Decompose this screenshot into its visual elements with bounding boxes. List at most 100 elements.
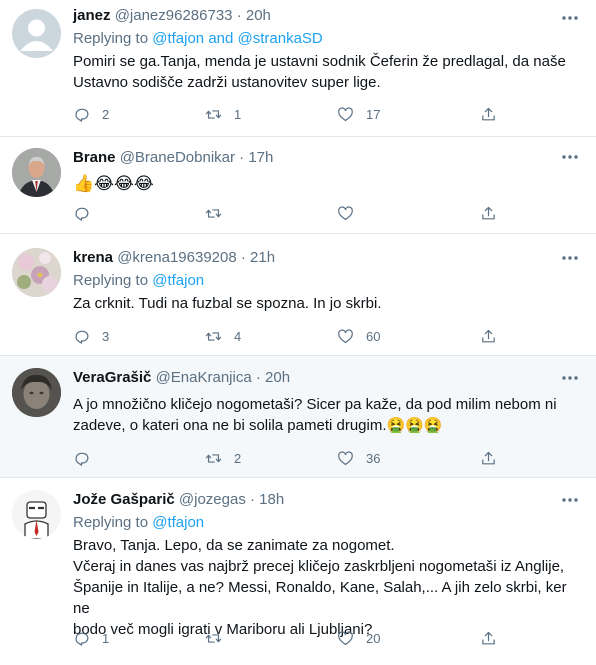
replying-to: Replying to @tfajon and @strankaSD	[73, 29, 582, 49]
timestamp[interactable]: 20h	[265, 369, 290, 386]
author-name[interactable]: janez	[73, 7, 111, 24]
share-button[interactable]	[480, 203, 497, 223]
mention-link[interactable]: @tfajon	[152, 514, 204, 531]
retweet-count: 2	[234, 450, 242, 466]
mention-link[interactable]: @tfajon	[152, 272, 204, 289]
replying-to-label: Replying to	[73, 272, 149, 289]
share-icon	[482, 206, 495, 219]
reply-button[interactable]	[73, 203, 112, 223]
tweet-text: Za crknit. Tudi na fuzbal se spozna. In …	[73, 293, 582, 314]
heart-icon	[338, 106, 353, 121]
timestamp[interactable]: 18h	[259, 491, 284, 508]
tweet-text-line: Za crknit. Tudi na fuzbal se spozna. In …	[73, 295, 382, 312]
retweet-count: 1	[234, 106, 242, 122]
tweet-text-line: zadeve, o kateri ona ne bi solila pameti…	[73, 415, 582, 436]
tweet-janez[interactable]: janez @janez96286733 · 20h Replying to @…	[0, 0, 596, 137]
tweet-header: janez @janez96286733 · 20h	[73, 6, 582, 26]
avatar-krena[interactable]	[12, 248, 61, 297]
tweet-text: 👍😂😂😂	[73, 174, 154, 194]
share-icon	[482, 107, 495, 120]
author-handle[interactable]: @jozegas	[179, 491, 246, 508]
avatar-veragrasic[interactable]	[12, 368, 61, 417]
tweet-text: Pomiri se ga.Tanja, menda je ustavni sod…	[73, 51, 582, 93]
author-handle[interactable]: @krena19639208	[117, 249, 237, 266]
tweet-text-line: Bravo, Tanja. Lepo, da se zanimate za no…	[73, 537, 395, 554]
reply-icon	[75, 207, 89, 221]
retweet-button[interactable]	[205, 628, 244, 648]
author-name[interactable]: Jože Gašparič	[73, 491, 175, 508]
like-count: 17	[366, 106, 381, 122]
reply-button[interactable]: 2	[73, 104, 112, 124]
tweet-emoji: 🤮🤮🤮	[386, 416, 443, 434]
avatar-brane[interactable]	[12, 148, 61, 197]
retweet-icon	[205, 208, 222, 218]
replying-to: Replying to @tfajon	[73, 513, 582, 533]
replying-to: Replying to @tfajon	[73, 271, 582, 291]
action-bar: 2 1 17	[73, 104, 533, 124]
tweet-text-line: Ustavno sodišče zadrži ustanovitev super…	[73, 74, 381, 91]
heart-icon	[338, 328, 353, 343]
share-icon	[482, 631, 495, 644]
action-bar: 2 36	[73, 448, 533, 468]
reply-button[interactable]: 1	[73, 628, 112, 648]
reply-icon	[75, 632, 89, 646]
retweet-button[interactable]: 4	[205, 326, 244, 346]
mention-link[interactable]: @strankaSD	[238, 30, 323, 47]
timestamp[interactable]: 21h	[250, 249, 275, 266]
author-name[interactable]: krena	[73, 249, 113, 266]
like-count: 60	[366, 328, 381, 344]
author-handle[interactable]: @BraneDobnikar	[120, 149, 235, 166]
like-button[interactable]: 36	[337, 448, 380, 468]
tweet-header: krena @krena19639208 · 21h	[73, 248, 582, 268]
avatar-jozegas[interactable]	[12, 490, 61, 539]
separator-dot: ·	[239, 149, 245, 166]
retweet-button[interactable]: 2	[205, 448, 244, 468]
avatar-default[interactable]	[12, 9, 61, 58]
like-button[interactable]	[337, 203, 376, 223]
share-button[interactable]	[480, 628, 497, 648]
replying-to-label: Replying to	[73, 514, 149, 531]
share-button[interactable]	[480, 326, 497, 346]
retweet-icon	[205, 453, 222, 463]
reply-count: 3	[102, 328, 110, 344]
tweet-text-line: Španije in Italije, a ne? Messi, Ronaldo…	[73, 579, 567, 617]
replying-to-label: Replying to	[73, 30, 149, 47]
retweet-icon	[205, 633, 222, 643]
action-bar	[73, 203, 533, 223]
tweet-text: Bravo, Tanja. Lepo, da se zanimate za no…	[73, 535, 582, 640]
timestamp[interactable]: 20h	[246, 7, 271, 24]
retweet-button[interactable]: 1	[205, 104, 244, 124]
like-button[interactable]: 17	[337, 104, 380, 124]
reply-count: 1	[102, 630, 110, 646]
like-button[interactable]: 20	[337, 628, 380, 648]
reply-button[interactable]	[73, 448, 112, 468]
tweet-veragrasic[interactable]: VeraGrašič @EnaKranjica · 20h A jo množi…	[0, 356, 596, 478]
author-name[interactable]: VeraGrašič	[73, 369, 151, 386]
tweet-text-line: A jo množično kličejo nogometaši? Sicer …	[73, 396, 557, 413]
retweet-count: 4	[234, 328, 242, 344]
separator-dot: ·	[236, 7, 242, 24]
reply-button[interactable]: 3	[73, 326, 112, 346]
tweet-jozegas[interactable]: Jože Gašparič @jozegas · 18h Replying to…	[0, 478, 596, 665]
separator-dot: ·	[250, 491, 255, 508]
heart-icon	[338, 450, 353, 465]
author-name[interactable]: Brane	[73, 149, 116, 166]
like-button[interactable]: 60	[337, 326, 380, 346]
heart-icon	[338, 205, 353, 220]
share-button[interactable]	[480, 448, 497, 468]
retweet-button[interactable]	[205, 203, 244, 223]
mention-link[interactable]: @tfajon	[152, 30, 204, 47]
share-button[interactable]	[480, 104, 497, 124]
timestamp[interactable]: 17h	[248, 149, 273, 166]
tweet-krena[interactable]: krena @krena19639208 · 21h Replying to @…	[0, 234, 596, 356]
action-bar: 1 20	[73, 628, 533, 648]
author-handle[interactable]: @janez96286733	[115, 7, 233, 24]
share-icon	[482, 329, 495, 342]
tweet-brane[interactable]: Brane @BraneDobnikar · 17h 👍😂😂😂	[0, 137, 596, 234]
author-handle[interactable]: @EnaKranjica	[156, 369, 252, 386]
tweet-header: Jože Gašparič @jozegas · 18h	[73, 490, 582, 510]
retweet-icon	[205, 109, 222, 119]
tweet-text: A jo množično kličejo nogometaši? Sicer …	[73, 394, 582, 436]
like-count: 20	[366, 630, 381, 646]
reply-icon	[75, 330, 89, 344]
